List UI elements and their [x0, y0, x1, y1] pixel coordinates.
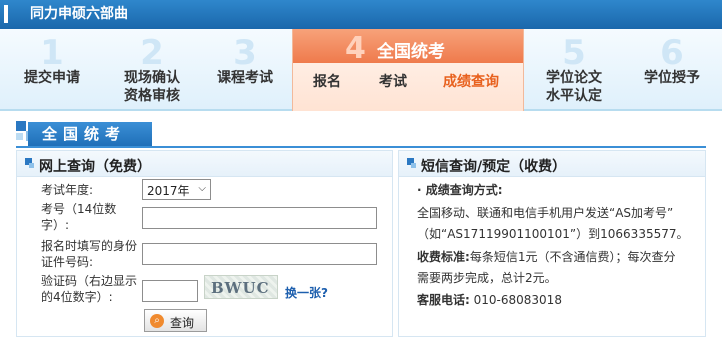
bullet-icon-accent — [411, 163, 416, 168]
step-number: 2 — [140, 33, 164, 73]
captcha-label-line1: 验证码（右边显示 — [41, 274, 138, 288]
step-6[interactable]: 6 学位授予 — [622, 29, 722, 111]
title-mark-icon — [4, 5, 8, 23]
captcha-label-line2: 的4位数字）: — [41, 290, 113, 304]
step-2[interactable]: 2 现场确认 资格审核 — [104, 29, 200, 111]
exam-number-label: 考号（14位数 字）: — [41, 201, 116, 233]
panel-header: 短信查询/预定（收费） — [399, 151, 705, 177]
step-label-line2: 水平认定 — [546, 88, 602, 104]
step-number: 6 — [660, 33, 684, 73]
exam-number-label-line2: 字）: — [41, 218, 70, 232]
panel-title: 短信查询/预定（收费） — [421, 159, 567, 175]
id-number-input[interactable] — [142, 243, 377, 265]
step-label: 提交申请 — [24, 70, 80, 86]
year-label: 考试年度: — [41, 183, 94, 197]
fee-text: 每条短信1元（不含通信费）；每次查分 — [469, 250, 676, 264]
panel-header: 网上查询（免费） — [17, 151, 392, 177]
section-title: 全国统考 — [28, 122, 152, 146]
step-label-line2: 资格审核 — [124, 88, 180, 104]
step-label-line1: 现场确认 — [124, 70, 180, 86]
step-label-line1: 学位论文 — [546, 70, 602, 86]
step-4-header: 4 全国统考 — [293, 29, 523, 66]
page-title: 同力申硕六部曲 — [30, 6, 128, 22]
captcha-image[interactable]: BWUC — [204, 275, 278, 299]
step-4-sub-register[interactable]: 报名 — [313, 71, 341, 91]
service-line: 客服电话: 010-68083018 — [417, 292, 562, 308]
step-4-sub-score-query[interactable]: 成绩查询 — [443, 71, 499, 91]
sms-query-panel: 短信查询/预定（收费） · 成绩查询方式: 全国移动、联通和电信手机用户发送“A… — [398, 150, 706, 337]
change-captcha-link[interactable]: 换一张? — [285, 284, 328, 301]
panel-title: 网上查询（免费） — [39, 159, 151, 175]
id-number-label-line2: 证件号码: — [41, 255, 94, 269]
fee-line: 收费标准:每条短信1元（不含通信费）；每次查分 — [417, 249, 675, 265]
step-number: 4 — [345, 31, 366, 66]
year-select[interactable]: 2017年 ⌵ — [142, 179, 211, 200]
step-label: 现场确认 资格审核 — [104, 69, 200, 105]
service-label: 客服电话: — [417, 293, 470, 307]
step-4: 4 全国统考 报名 考试 成绩查询 — [292, 29, 524, 111]
id-number-label-line1: 报名时填写的身份 — [41, 239, 138, 253]
step-bar: 1 提交申请 2 现场确认 资格审核 3 课程考试 4 全国统考 报名 考试 成… — [0, 29, 722, 111]
search-icon: ⌕ — [150, 314, 164, 328]
fee-text-line2: 需要两步完成，总计2元。 — [417, 271, 557, 285]
step-label: 学位授予 — [644, 70, 700, 86]
step-5[interactable]: 5 学位论文 水平认定 — [526, 29, 622, 111]
exam-number-input[interactable] — [142, 207, 377, 229]
step-number: 3 — [233, 33, 257, 73]
exam-number-label-line1: 考号（14位数 — [41, 202, 117, 216]
step-4-sub-exam[interactable]: 考试 — [379, 71, 407, 91]
step-3[interactable]: 3 课程考试 — [200, 29, 290, 111]
step-label: 全国统考 — [377, 42, 445, 62]
sms-instruction-line2: （如“AS17119901100101”）到1066335577。 — [417, 227, 689, 241]
captcha-label: 验证码（右边显示 的4位数字）: — [41, 273, 137, 305]
captcha-input[interactable] — [142, 280, 198, 302]
title-bar: 同力申硕六部曲 — [0, 0, 722, 29]
sms-instruction-line1: 全国移动、联通和电信手机用户发送“AS加考号” — [417, 206, 674, 220]
step-label: 课程考试 — [217, 70, 273, 86]
step-number: 5 — [562, 33, 586, 73]
query-button-label: 查询 — [170, 316, 195, 330]
online-query-panel: 网上查询（免费） 考试年度: 2017年 ⌵ 考号（14位数 字）: 报名时填写… — [16, 150, 393, 337]
step-label: 学位论文 水平认定 — [526, 69, 622, 105]
step-number: 1 — [40, 33, 64, 73]
year-select-value: 2017年 — [147, 184, 190, 198]
step-1[interactable]: 1 提交申请 — [0, 29, 104, 111]
fee-label: 收费标准: — [417, 250, 470, 264]
chevron-down-icon: ⌵ — [198, 183, 206, 194]
section-divider — [16, 146, 706, 148]
query-button[interactable]: ⌕ 查询 — [144, 309, 207, 332]
method-title: · 成绩查询方式: — [417, 183, 503, 197]
id-number-label: 报名时填写的身份 证件号码: — [41, 238, 137, 270]
service-phone: 010-68083018 — [473, 293, 562, 307]
captcha-text: BWUC — [211, 279, 270, 297]
bullet-icon-accent — [29, 163, 34, 168]
